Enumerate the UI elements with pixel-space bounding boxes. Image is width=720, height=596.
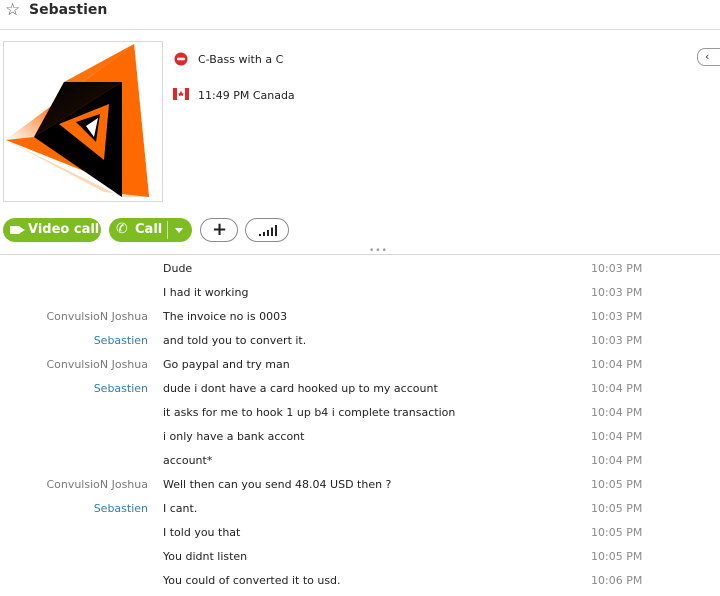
message-text: You didnt listen <box>163 550 248 563</box>
message-time: 10:06 PM <box>591 574 643 587</box>
local-time: 11:49 PM Canada <box>198 88 295 102</box>
message-text: dude i dont have a card hooked up to my … <box>163 382 438 395</box>
message-row: account* 10:04 PM <box>0 448 720 472</box>
message-sender[interactable]: Sebastien <box>94 382 148 395</box>
message-time: 10:05 PM <box>591 550 643 563</box>
message-row: ConvulsioN Joshua Go paypal and try man … <box>0 352 720 376</box>
add-button[interactable]: + <box>200 218 238 242</box>
message-sender[interactable]: Sebastien <box>94 334 148 347</box>
message-time: 10:05 PM <box>591 526 643 539</box>
message-time: 10:05 PM <box>591 478 643 491</box>
call-button[interactable]: ✆ Call <box>109 218 192 242</box>
message-time: 10:05 PM <box>591 502 643 515</box>
message-row: Dude 10:03 PM <box>0 256 720 280</box>
message-row: Sebastien dude i dont have a card hooked… <box>0 376 720 400</box>
message-time: 10:04 PM <box>591 382 643 395</box>
call-quality-button[interactable] <box>245 218 289 242</box>
message-row: ConvulsioN Joshua The invoice no is 0003… <box>0 304 720 328</box>
message-text: Dude <box>163 262 193 275</box>
message-row: You could of converted it to usd. 10:06 … <box>0 568 720 592</box>
message-row: I told you that 10:05 PM <box>0 520 720 544</box>
call-label: Call <box>135 222 163 237</box>
message-time: 10:03 PM <box>591 262 643 275</box>
divider <box>0 254 720 255</box>
conversation-header: ☆ Sebastien <box>0 0 720 30</box>
local-time-row: 11:49 PM Canada <box>172 86 295 104</box>
message-sender[interactable]: ConvulsioN Joshua <box>46 478 148 491</box>
message-row: ConvulsioN Joshua Well then can you send… <box>0 472 720 496</box>
chevron-left-icon: ‹ <box>705 50 710 63</box>
contact-name: Sebastien <box>29 2 108 18</box>
message-sender[interactable]: Sebastien <box>94 502 148 515</box>
star-icon[interactable]: ☆ <box>5 1 20 19</box>
plus-icon: + <box>212 219 228 240</box>
message-text: I cant. <box>163 502 198 515</box>
mood-message: C-Bass with a C <box>198 52 284 66</box>
message-row: i only have a bank accont 10:04 PM <box>0 424 720 448</box>
avatar-logo-image <box>6 44 149 197</box>
message-row: Sebastien and told you to convert it. 10… <box>0 328 720 352</box>
message-time: 10:04 PM <box>591 406 643 419</box>
message-text: and told you to convert it. <box>163 334 307 347</box>
message-time: 10:03 PM <box>591 334 643 347</box>
skype-status-icon <box>173 52 189 66</box>
message-sender[interactable]: ConvulsioN Joshua <box>46 310 148 323</box>
message-text: Go paypal and try man <box>163 358 290 371</box>
message-text: it asks for me to hook 1 up b4 i complet… <box>163 406 456 419</box>
message-list: Dude 10:03 PM I had it working 10:03 PM … <box>0 256 720 592</box>
message-text: The invoice no is 0003 <box>163 310 288 323</box>
message-text: Well then can you send 48.04 USD then ? <box>163 478 392 491</box>
message-row: it asks for me to hook 1 up b4 i complet… <box>0 400 720 424</box>
video-call-button[interactable]: Video call <box>3 218 101 242</box>
message-text: I had it working <box>163 286 249 299</box>
message-sender[interactable]: ConvulsioN Joshua <box>46 358 148 371</box>
message-time: 10:04 PM <box>591 358 643 371</box>
message-time: 10:03 PM <box>591 286 643 299</box>
message-text: I told you that <box>163 526 241 539</box>
message-time: 10:04 PM <box>591 430 643 443</box>
video-camera-icon <box>10 226 25 234</box>
phone-icon: ✆ <box>116 221 128 237</box>
message-row: You didnt listen 10:05 PM <box>0 544 720 568</box>
message-row: Sebastien I cant. 10:05 PM <box>0 496 720 520</box>
message-time: 10:04 PM <box>591 454 643 467</box>
canada-flag-icon <box>172 87 190 102</box>
message-time: 10:03 PM <box>591 310 643 323</box>
message-text: account* <box>163 454 213 467</box>
collapse-profile-button[interactable]: ‹ <box>697 48 720 66</box>
message-text: You could of converted it to usd. <box>163 574 341 587</box>
signal-bars-icon <box>259 225 277 236</box>
video-call-label: Video call <box>28 222 100 237</box>
call-split-divider <box>167 221 168 239</box>
avatar[interactable] <box>3 41 163 202</box>
message-row: I had it working 10:03 PM <box>0 280 720 304</box>
chevron-down-icon[interactable] <box>175 228 183 233</box>
mood-row: C-Bass with a C <box>173 50 283 68</box>
message-text: i only have a bank accont <box>163 430 305 443</box>
